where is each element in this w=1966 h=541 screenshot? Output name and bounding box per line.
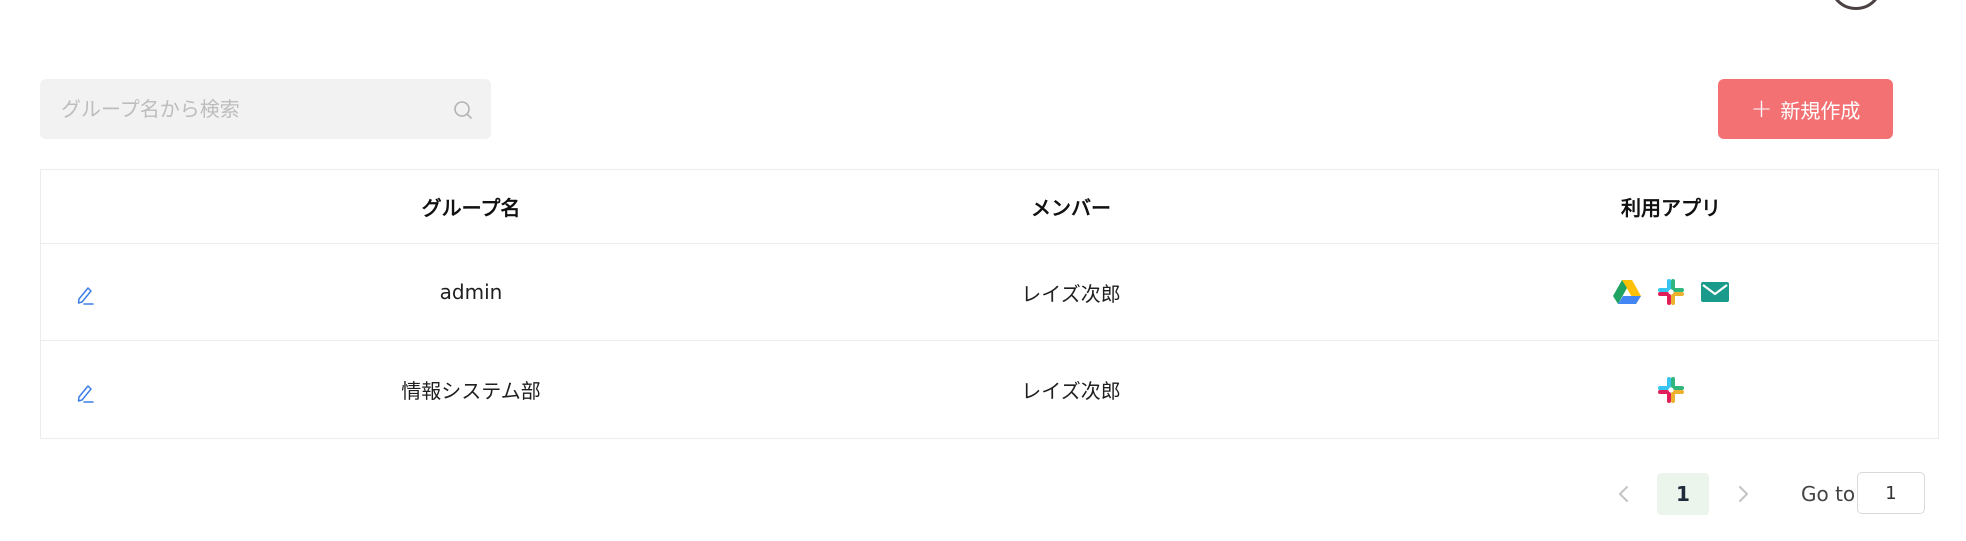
apps-cell (1496, 244, 1846, 340)
next-page-button[interactable] (1731, 473, 1755, 515)
chevron-right-icon (1739, 486, 1748, 502)
slack-icon (1658, 279, 1684, 305)
table-header: グループ名 メンバー 利用アプリ (41, 170, 1938, 244)
table-row: admin レイズ次郎 (41, 244, 1938, 341)
member-cell: レイズ次郎 (1021, 379, 1121, 403)
apps-cell (1496, 341, 1846, 438)
edit-cell (41, 244, 141, 340)
create-group-button[interactable]: + 新規作成 (1718, 79, 1893, 139)
chevron-left-icon (1619, 486, 1628, 502)
edit-icon[interactable] (75, 382, 95, 404)
group-name-cell: admin (439, 280, 503, 304)
slack-icon (1658, 376, 1684, 403)
column-header-apps: 利用アプリ (1621, 196, 1721, 220)
goto-page-input[interactable] (1857, 472, 1925, 514)
search-box (40, 79, 491, 139)
edit-cell (41, 341, 141, 438)
goto-label: Go to (1801, 482, 1856, 506)
column-header-group-name: グループ名 (421, 196, 521, 220)
page-1-button[interactable]: 1 (1657, 473, 1709, 515)
mail-icon (1701, 282, 1729, 302)
member-cell: レイズ次郎 (1021, 281, 1121, 306)
column-header-members: メンバー (1031, 196, 1111, 220)
plus-icon: + (1750, 94, 1773, 124)
search-icon[interactable] (452, 99, 474, 121)
edit-icon[interactable] (75, 284, 95, 306)
group-name-cell: 情報システム部 (401, 379, 541, 403)
avatar[interactable] (1829, 0, 1883, 10)
table-row: 情報システム部 レイズ次郎 (41, 341, 1938, 438)
search-input[interactable] (40, 79, 491, 139)
groups-table: グループ名 メンバー 利用アプリ admin レイズ次郎 情報システム部 レイズ… (40, 169, 1939, 439)
create-button-label: 新規作成 (1780, 98, 1861, 123)
previous-page-button[interactable] (1612, 473, 1636, 515)
google-drive-icon (1613, 280, 1641, 304)
